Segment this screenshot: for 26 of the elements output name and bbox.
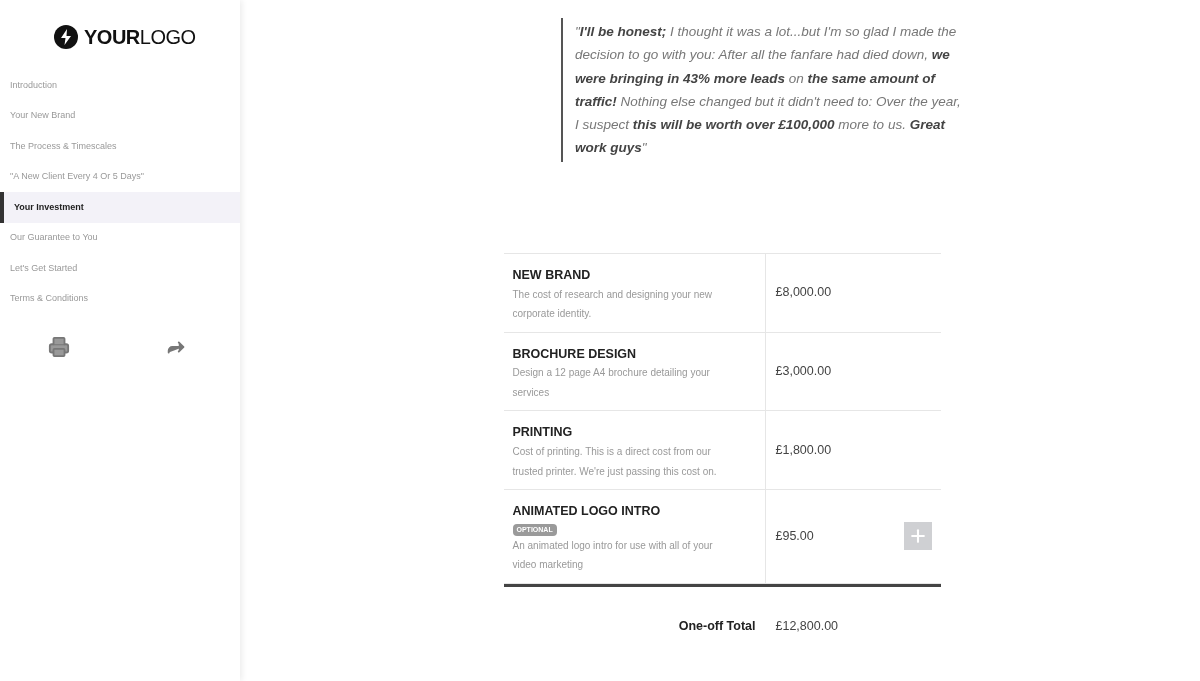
print-icon[interactable] [47,336,70,358]
nav-item[interactable]: Your New Brand [0,100,240,131]
nav-item[interactable]: Our Guarantee to You [0,222,240,253]
logo-text: YOURLOGO [84,25,196,50]
testimonial-quote: "I'll be honest; I thought it was a lot...but I'm so glad I made the decision to go with you: After all the fanfare had died down, we were bringing in 43% more leads on the same amount of traffic! Nothing else changed but it didn't need to: Over the year, I suspect this will be worth over £100,000 more to us. Great work guys" [575,23,961,158]
nav-item[interactable]: Introduction [0,70,240,101]
total-value: £12,800.00 [774,617,839,635]
nav-item[interactable]: Let's Get Started [0,253,240,284]
logo-icon [54,25,78,49]
item-description: An animated logo intro for use with all of your video marketing [512,538,714,573]
nav-item[interactable]: Terms & Conditions [0,283,240,314]
item-title: NEW BRAND [512,266,591,284]
item-title: PRINTING [512,424,573,442]
item-price: £8,000.00 [775,284,832,302]
item-title: ANIMATED LOGO INTRO [512,503,661,521]
item-description: The cost of research and designing your new corporate identity. [512,287,714,322]
item-price: £3,000.00 [775,363,832,381]
nav-item[interactable]: "A New Client Every 4 Or 5 Days" [0,161,240,192]
item-description: Design a 12 page A4 brochure detailing your services [512,366,711,400]
item-title: BROCHURE DESIGN [512,345,637,363]
total-label: One-off Total [677,617,757,635]
item-description: Cost of printing. This is a direct cost from our trusted printer. We're just passing this cost on. [512,445,718,479]
nav-item[interactable]: The Process & Timescales [0,131,240,162]
item-price: £1,800.00 [775,441,832,459]
nav-item[interactable]: Your Investment [0,192,240,223]
item-price: £95.00 [775,528,814,546]
